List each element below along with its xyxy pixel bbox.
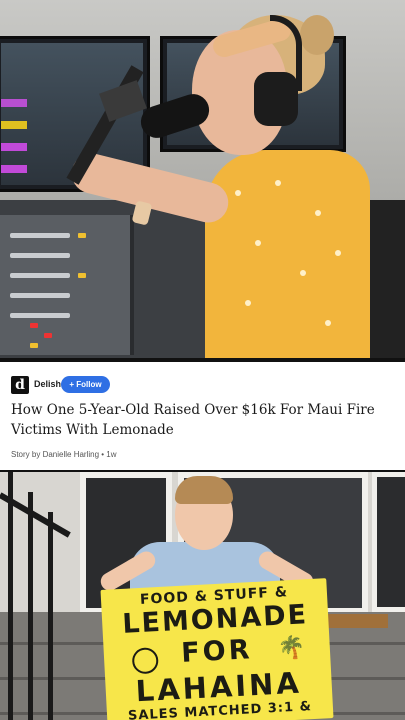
hero-photo-radio-studio — [0, 0, 405, 358]
stair-railing-post — [48, 512, 53, 720]
article-headline[interactable]: How One 5-Year-Old Raised Over $16k For … — [11, 400, 399, 440]
child-hair — [175, 476, 233, 504]
source-name[interactable]: Delish — [34, 379, 61, 389]
delish-logo[interactable]: d — [11, 376, 29, 394]
stair-railing — [8, 472, 13, 720]
mixing-console — [0, 215, 134, 355]
hair-bun — [300, 15, 334, 55]
window-right — [372, 472, 405, 612]
follow-label: Follow — [76, 380, 102, 389]
palm-tree-icon: 🌴 — [277, 635, 306, 662]
article-photo-lemonade-stand: FOOD & STUFF & LEMONADE FOR 🌴 LAHAINA SA… — [0, 472, 405, 720]
headphones-icon — [254, 72, 298, 126]
plus-icon: + — [69, 380, 75, 389]
article-byline: Story by Danielle Harling • 1w — [11, 450, 117, 459]
stair-railing-post — [28, 492, 33, 720]
lemonade-sign: FOOD & STUFF & LEMONADE FOR 🌴 LAHAINA SA… — [100, 578, 334, 720]
yellow-dress — [205, 150, 370, 358]
follow-button[interactable]: + Follow — [61, 376, 110, 393]
